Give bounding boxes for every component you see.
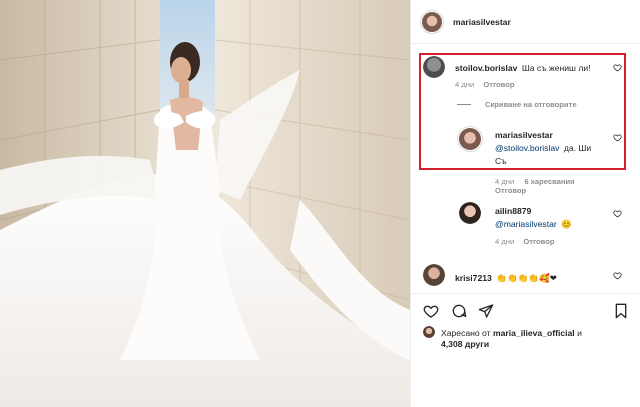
heart-icon[interactable] bbox=[423, 303, 439, 319]
likes-suffix: и bbox=[577, 328, 582, 338]
author-username[interactable]: mariasilvestar bbox=[453, 17, 511, 27]
comment-meta: 4 дни Отговор bbox=[455, 80, 515, 89]
reply2-mention[interactable]: @mariasilvestar bbox=[495, 219, 557, 229]
reply2-reply-button[interactable]: Отговор bbox=[523, 237, 554, 246]
reply2-like-heart-icon[interactable] bbox=[613, 209, 622, 218]
reply-username[interactable]: mariasilvestar bbox=[495, 130, 553, 140]
replies-divider bbox=[457, 104, 471, 105]
comment-time[interactable]: 4 дни bbox=[455, 80, 474, 89]
reply2-text: ailin8879 @mariasilvestar 😊 bbox=[495, 204, 613, 230]
comment2-text: krisi7213 👏👏👏👏🥰❤ bbox=[455, 268, 615, 286]
instagram-post-view: mariasilvestar stoilov.borislav Ша съ же… bbox=[0, 0, 640, 407]
liker-username[interactable]: maria_ilieva_official bbox=[493, 328, 575, 338]
post-photo[interactable] bbox=[0, 0, 410, 407]
commenter2-avatar[interactable] bbox=[423, 264, 445, 286]
commenter-avatar[interactable] bbox=[423, 56, 445, 78]
hide-replies-button[interactable]: Скриване на отговорите bbox=[485, 100, 577, 109]
comment2-body: 👏👏👏👏🥰❤ bbox=[496, 273, 557, 283]
reply-time[interactable]: 4 дни bbox=[495, 177, 514, 186]
likes-prefix: Харесано от bbox=[441, 328, 491, 338]
comment2-username[interactable]: krisi7213 bbox=[455, 273, 492, 283]
likes-count[interactable]: 4,308 други bbox=[441, 339, 489, 349]
reply2-username[interactable]: ailin8879 bbox=[495, 206, 531, 216]
liker-avatar[interactable] bbox=[423, 326, 435, 338]
comment-body: Ша съ жениш ли! bbox=[521, 63, 591, 73]
share-icon[interactable] bbox=[478, 303, 494, 319]
reply2-avatar[interactable] bbox=[459, 202, 481, 224]
wedding-dress-photo bbox=[0, 0, 410, 407]
reply-button[interactable]: Отговор bbox=[483, 80, 514, 89]
comment2-like-heart-icon[interactable] bbox=[613, 271, 622, 280]
reply-mention[interactable]: @stoilov.borislav bbox=[495, 143, 559, 153]
bookmark-icon[interactable] bbox=[613, 303, 629, 319]
comments-panel: mariasilvestar stoilov.borislav Ша съ же… bbox=[410, 0, 640, 407]
comment-icon[interactable] bbox=[451, 303, 467, 319]
reply2-meta: 4 дни Отговор bbox=[495, 237, 555, 246]
reply2-emoji: 😊 bbox=[561, 219, 572, 229]
reply2-time[interactable]: 4 дни bbox=[495, 237, 514, 246]
reply-like-heart-icon[interactable] bbox=[613, 133, 622, 142]
comment-like-heart-icon[interactable] bbox=[613, 63, 622, 72]
reply-likes-count[interactable]: 6 харесвания bbox=[524, 177, 574, 186]
reply-avatar[interactable] bbox=[457, 126, 483, 152]
likes-summary: Харесано от maria_ilieva_official и bbox=[441, 327, 631, 339]
comment-text: stoilov.borislav Ша съ жениш ли! bbox=[455, 58, 617, 76]
reply-meta: 4 дни 6 харесвания bbox=[495, 177, 575, 186]
action-bar: Харесано от maria_ilieva_official и 4,30… bbox=[411, 293, 640, 407]
reply-body-line1: да. Ши bbox=[563, 143, 592, 153]
comment-username[interactable]: stoilov.borislav bbox=[455, 63, 517, 73]
author-avatar[interactable] bbox=[420, 10, 444, 34]
reply-reply-button[interactable]: Отговор bbox=[495, 186, 526, 195]
reply-text: mariasilvestar @stoilov.borislav да. Ши … bbox=[495, 128, 613, 167]
post-header: mariasilvestar bbox=[411, 0, 640, 44]
reply-body-line2: Съ bbox=[495, 156, 507, 166]
